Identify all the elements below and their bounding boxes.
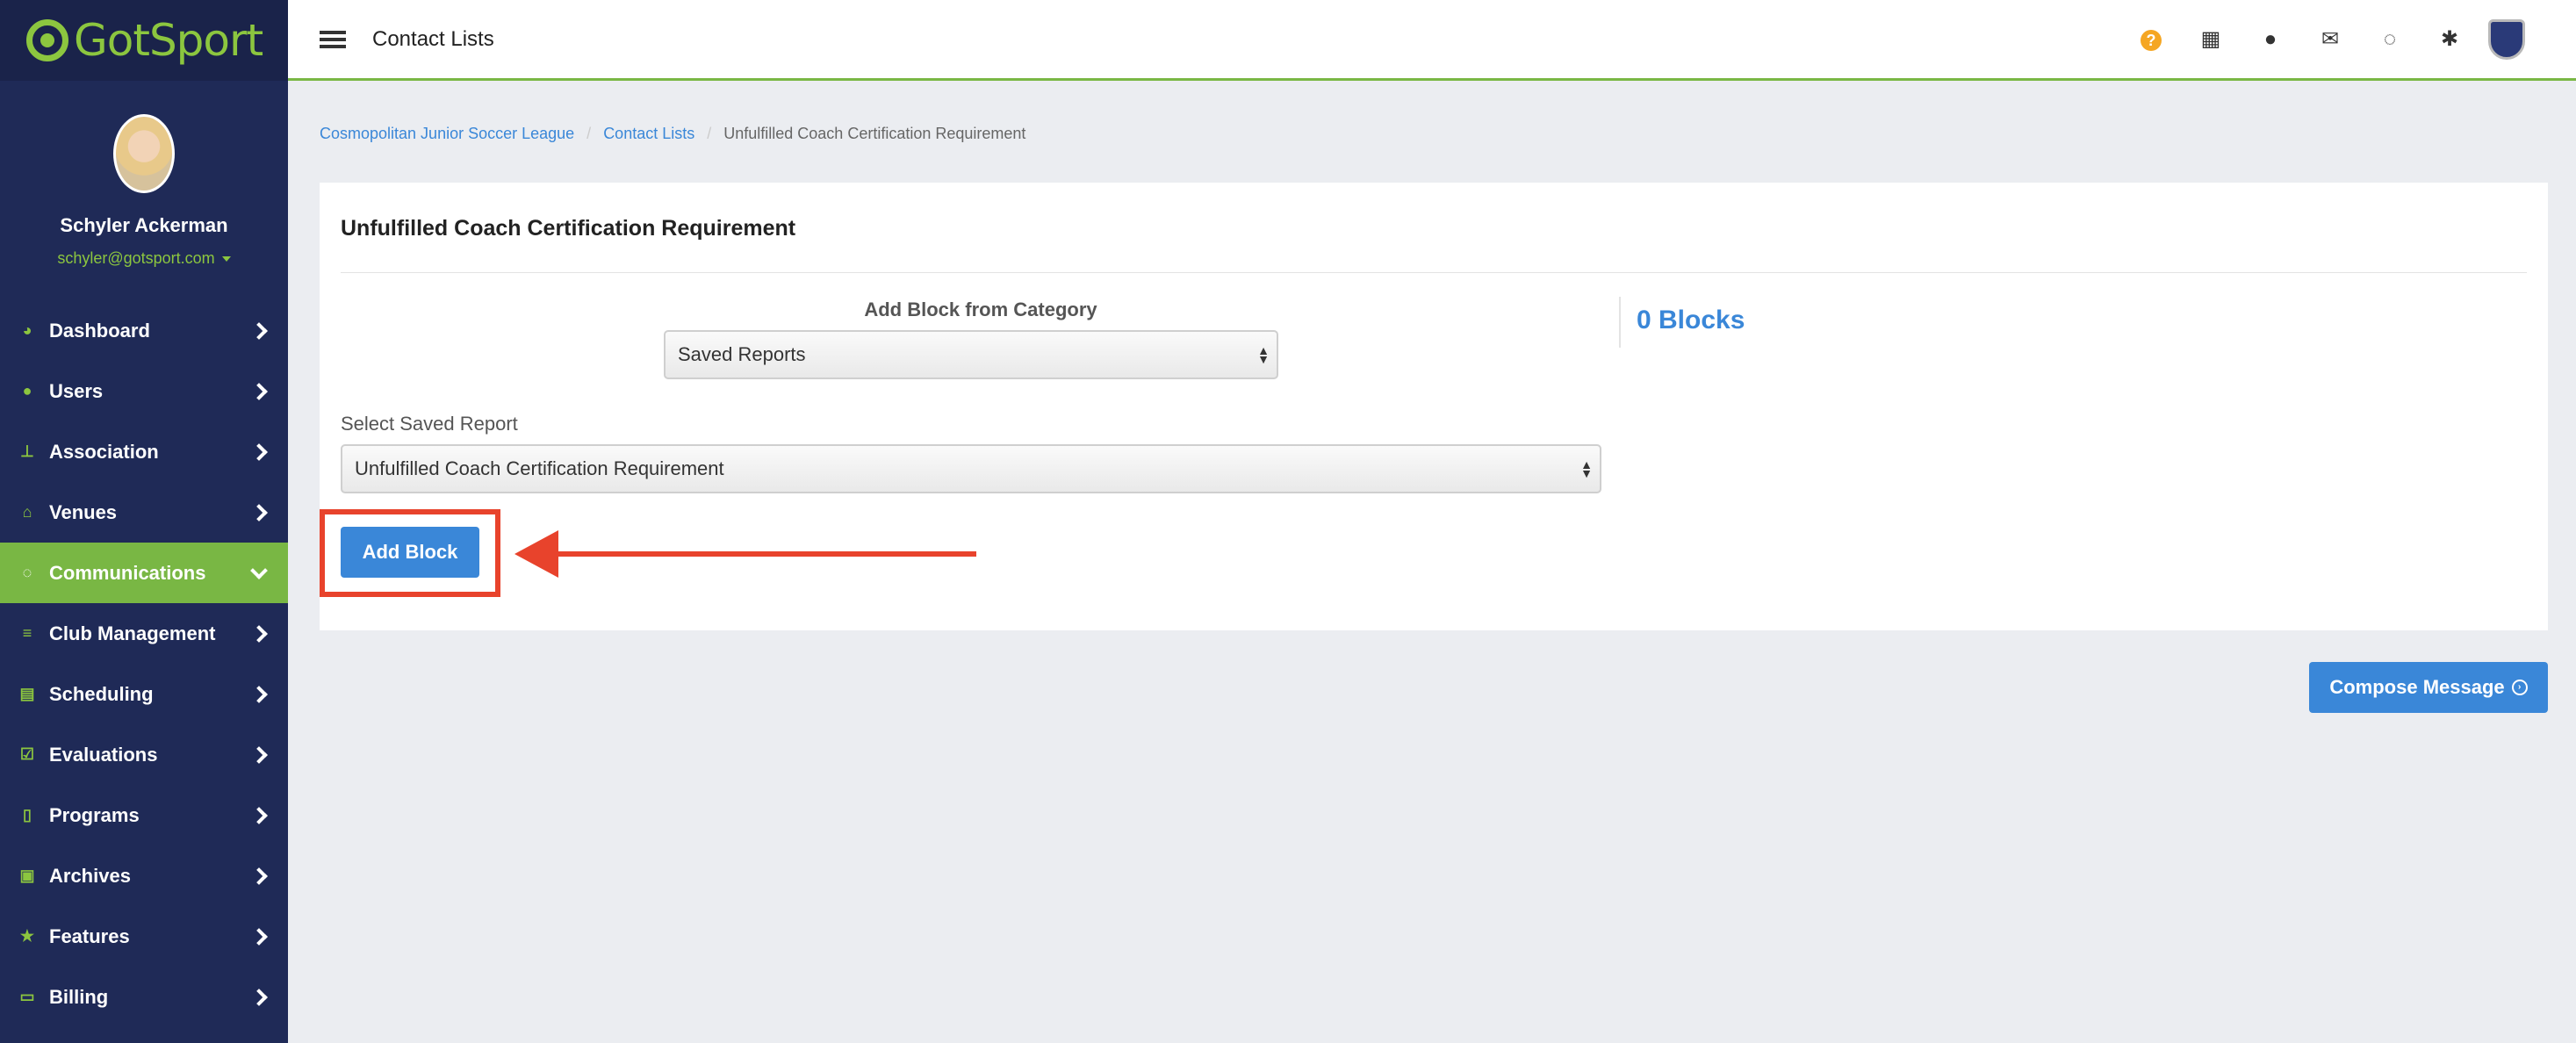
credit-card-icon: ▭ [19,988,35,1005]
user-name: Schyler Ackerman [60,214,228,236]
document-icon: ▯ [23,806,32,824]
home-icon: ⌂ [22,503,32,521]
sidebar-item-programs[interactable]: ▯ Programs [0,785,288,845]
star-icon: ★ [19,927,35,945]
archive-icon: ▣ [19,867,35,884]
sidebar-item-billing[interactable]: ▭ Billing [0,967,288,1027]
checklist-icon: ☑ [19,745,35,763]
breadcrumb-contact-lists-link[interactable]: Contact Lists [603,125,694,143]
sidebar-item-users[interactable]: ● Users [0,361,288,421]
arrow-circle-right-icon: › [2511,680,2528,695]
chevron-down-icon [250,561,268,579]
sidebar-item-label: Features [49,924,130,947]
chevron-right-icon [250,685,268,703]
arrow-head [514,530,558,578]
sidebar-item-label: Evaluations [49,743,158,766]
breadcrumb-separator: / [586,125,592,142]
sidebar-nav: ◕ Dashboard ● Users ⊥ Association ⌂ Venu… [0,300,288,1027]
add-block-button[interactable]: Add Block [341,527,479,578]
category-select[interactable]: Saved Reports ▲ ▼ [664,330,1278,379]
logo[interactable]: GotSport [0,0,288,81]
breadcrumb-league-link[interactable]: Cosmopolitan Junior Soccer League [320,125,574,143]
sidebar-item-label: Programs [49,803,140,826]
arrow-shaft [555,551,976,557]
chevron-right-icon [250,503,268,522]
saved-report-select[interactable]: Unfulfilled Coach Certification Requirem… [341,444,1601,493]
dashboard-icon: ◕ [22,321,32,339]
select-arrows-icon: ▲ ▼ [1580,457,1593,480]
annotation-arrow [514,530,976,578]
user-email: schyler@gotsport.com [57,249,215,267]
chevron-right-icon [250,382,268,400]
user-email-dropdown[interactable]: schyler@gotsport.com [0,249,288,268]
sidebar-item-label: Archives [49,864,131,887]
category-select-value: Saved Reports [678,343,806,365]
envelope-icon[interactable]: ✉ [2300,26,2360,52]
qr-code-icon[interactable]: ▦ [2181,26,2241,52]
blocks-count: 0 Blocks [1637,306,1745,334]
chevron-right-icon [250,321,268,340]
sidebar-item-scheduling[interactable]: ▤ Scheduling [0,664,288,724]
sidebar-item-label: Dashboard [49,319,150,342]
sidebar-item-label: Club Management [49,622,216,644]
select-arrows-icon: ▲ ▼ [1257,343,1270,366]
user-icon[interactable]: ● [2241,27,2300,52]
report-label: Select Saved Report [341,413,518,435]
breadcrumb-current: Unfulfilled Coach Certification Requirem… [723,125,1026,142]
sidebar-item-label: Billing [49,985,109,1008]
chat-icon[interactable]: ◌ [2360,27,2420,52]
sidebar-item-evaluations[interactable]: ☑ Evaluations [0,724,288,785]
chevron-right-icon [250,442,268,461]
sidebar-item-communications[interactable]: ◌ Communications [0,543,288,603]
compose-message-button[interactable]: Compose Message › [2309,662,2548,713]
gotsport-logo-icon [26,19,68,61]
sidebar-item-label: Venues [49,500,118,523]
sidebar-item-label: Communications [49,561,206,584]
top-icons: ? ▦ ● ✉ ◌ ✱ [2121,0,2525,78]
chevron-right-icon [250,927,268,946]
sidebar-item-archives[interactable]: ▣ Archives [0,845,288,906]
hamburger-menu-icon[interactable] [320,27,346,52]
category-label: Add Block from Category [864,299,1097,320]
divider [1619,297,1621,348]
sitemap-icon: ⊥ [20,442,34,460]
sidebar-item-club-management[interactable]: ≡ Club Management [0,603,288,664]
divider [341,272,2527,273]
chevron-right-icon [250,745,268,764]
page-title: Contact Lists [372,26,494,51]
breadcrumb: Cosmopolitan Junior Soccer League / Cont… [320,125,1025,143]
sidebar-item-label: Association [49,440,159,463]
help-icon[interactable]: ? [2121,27,2181,52]
chevron-right-icon [250,988,268,1006]
chevron-right-icon [250,624,268,643]
user-profile: Schyler Ackerman schyler@gotsport.com [0,81,288,268]
chat-icon: ◌ [22,564,32,581]
users-icon: ● [22,382,32,399]
sidebar-item-dashboard[interactable]: ◕ Dashboard [0,300,288,361]
saved-report-select-value: Unfulfilled Coach Certification Requirem… [355,457,724,479]
logo-text: GotSport [74,15,263,66]
sidebar-item-label: Users [49,379,104,402]
chevron-right-icon [250,806,268,824]
caret-down-icon [221,256,231,263]
sidebar-item-features[interactable]: ★ Features [0,906,288,967]
avatar[interactable] [113,114,175,193]
breadcrumb-separator: / [707,125,712,142]
top-bar: Contact Lists ? ▦ ● ✉ ◌ ✱ [288,0,2576,81]
organization-logo[interactable] [2488,18,2525,60]
list-icon: ≡ [22,624,32,642]
sidebar-item-label: Scheduling [49,682,154,705]
calendar-icon: ▤ [19,685,35,702]
sidebar-item-association[interactable]: ⊥ Association [0,421,288,482]
sidebar: GotSport Schyler Ackerman schyler@gotspo… [0,0,288,1043]
chevron-right-icon [250,867,268,885]
sidebar-item-venues[interactable]: ⌂ Venues [0,482,288,543]
compose-message-label: Compose Message [2329,676,2505,698]
panel-title: Unfulfilled Coach Certification Requirem… [341,216,796,241]
gear-icon[interactable]: ✱ [2420,26,2479,52]
